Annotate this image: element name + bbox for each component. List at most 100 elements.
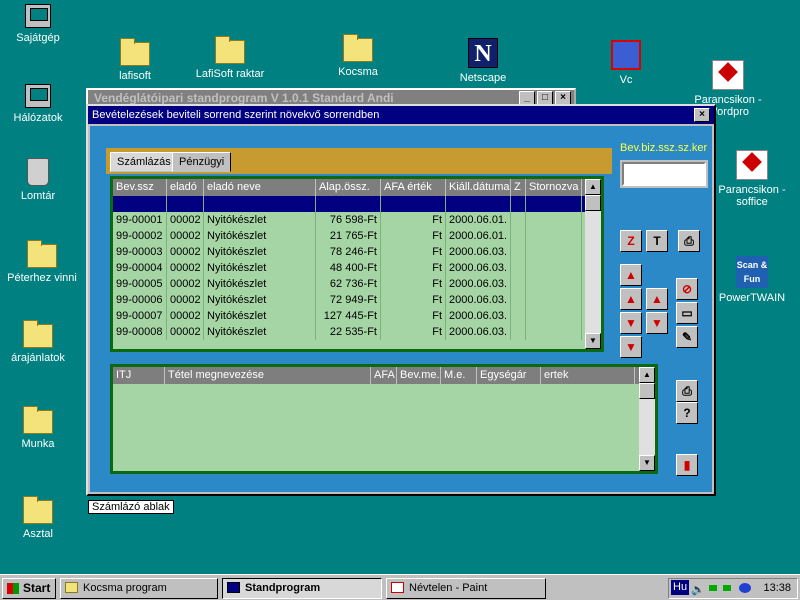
- table-row[interactable]: [113, 196, 601, 212]
- table-row[interactable]: 99-00005 00002 Nyitókészlet 62 736-Ft Ft 2000…: [113, 276, 601, 292]
- taskbar-button-paint[interactable]: Névtelen - Paint: [386, 578, 546, 599]
- scroll-down-arrow[interactable]: ▼: [585, 333, 601, 349]
- start-button[interactable]: Start: [2, 578, 56, 599]
- scroll-down-arrow[interactable]: ▼: [639, 455, 655, 471]
- col-header[interactable]: ertek: [541, 367, 635, 384]
- language-indicator[interactable]: Hu: [671, 580, 690, 595]
- help-button[interactable]: ?: [676, 402, 698, 424]
- desktop-icon-label: LafiSoft raktar: [195, 68, 265, 80]
- page-up-icon[interactable]: ▲: [646, 288, 668, 310]
- scroll-thumb[interactable]: [585, 195, 601, 211]
- move-down-icon[interactable]: ▼: [620, 312, 642, 334]
- col-header[interactable]: Alap.össz.: [316, 179, 381, 196]
- network-tray-icon[interactable]: [709, 585, 717, 591]
- taskbar-button-kocsma[interactable]: Kocsma program: [60, 578, 218, 599]
- modem-tray-icon[interactable]: [723, 585, 731, 591]
- maximize-button[interactable]: □: [537, 91, 553, 105]
- table-cell: 78 246-Ft: [316, 244, 381, 260]
- table-row[interactable]: 99-00003 00002 Nyitókészlet 78 246-Ft Ft 2000…: [113, 244, 601, 260]
- col-header[interactable]: Bev.me.: [397, 367, 441, 384]
- desktop-icon-vc[interactable]: Vc: [581, 40, 671, 86]
- desktop-icon-arajanlatok[interactable]: árajánlatok: [0, 320, 83, 364]
- items-grid[interactable]: ITJ Tétel megnevezése AFA Bev.me. M.e. E…: [110, 364, 658, 474]
- t-filter-button[interactable]: T: [646, 230, 668, 252]
- wordpro-shortcut-icon: [712, 60, 744, 90]
- col-header[interactable]: eladó neve: [204, 179, 316, 196]
- table-cell: 2000.06.01.: [446, 228, 511, 244]
- clock[interactable]: 13:38: [763, 579, 791, 598]
- table-cell: 99-00008: [113, 324, 167, 340]
- app-tray-icon[interactable]: [739, 583, 751, 593]
- tab-penzugyi[interactable]: Pénzügyi: [172, 152, 232, 172]
- table-cell: Ft: [381, 228, 446, 244]
- table-row[interactable]: 99-00004 00002 Nyitókészlet 48 400-Ft Ft 2000…: [113, 260, 601, 276]
- move-up-icon[interactable]: ▲: [620, 288, 642, 310]
- z-filter-button[interactable]: Z: [620, 230, 642, 252]
- table-cell: 00002: [167, 292, 204, 308]
- table-cell: Nyitókészlet: [204, 308, 316, 324]
- col-header[interactable]: Tétel megnevezése: [165, 367, 371, 384]
- volume-icon[interactable]: 🔈: [691, 581, 705, 600]
- table-cell: Nyitókészlet: [204, 244, 316, 260]
- col-header[interactable]: Kiáll.dátuma: [446, 179, 511, 196]
- desktop-icon-label: Parancsikon - soffice: [718, 184, 786, 208]
- desktop-icon-sajatgep[interactable]: Sajátgép: [0, 4, 83, 44]
- col-header[interactable]: ITJ: [113, 367, 165, 384]
- print-button[interactable]: ⎙: [678, 230, 700, 252]
- table-row[interactable]: 99-00006 00002 Nyitókészlet 72 949-Ft Ft 2000…: [113, 292, 601, 308]
- col-header[interactable]: Bev.ssz: [113, 179, 167, 196]
- exit-door-icon[interactable]: ▮: [676, 454, 698, 476]
- table-cell: [526, 244, 582, 260]
- folder-icon: [23, 496, 53, 524]
- desktop-icon-halozatok[interactable]: Hálózatok: [0, 84, 83, 124]
- table-row[interactable]: 99-00008 00002 Nyitókészlet 22 535-Ft Ft 2000…: [113, 324, 601, 340]
- col-header[interactable]: eladó: [167, 179, 204, 196]
- desktop-icon-label: Kocsma: [338, 66, 378, 78]
- desktop-icon-peterhez-vinni[interactable]: Péterhez vinni: [0, 240, 87, 284]
- desktop-icon-lafisoft-raktar[interactable]: LafiSoft raktar: [185, 36, 275, 80]
- cancel-icon[interactable]: ⊘: [676, 278, 698, 300]
- search-input[interactable]: [622, 162, 706, 186]
- desktop-icon-netscape[interactable]: N Netscape: [438, 38, 528, 84]
- scroll-thumb[interactable]: [639, 383, 655, 399]
- print-items-button[interactable]: ⎙: [676, 380, 698, 402]
- edit-icon[interactable]: ✎: [676, 326, 698, 348]
- window-titlebar[interactable]: Bevételezések beviteli sorrend szerint n…: [88, 106, 714, 124]
- desktop-icon-powertwain[interactable]: Scan & Fun PowerTWAIN: [704, 256, 800, 304]
- page-down-icon[interactable]: ▼: [646, 312, 668, 334]
- desktop-icon-kocsma[interactable]: Kocsma: [313, 34, 403, 78]
- grid-scrollbar[interactable]: ▲ ▼: [639, 367, 655, 471]
- table-cell: 2000.06.03.: [446, 276, 511, 292]
- col-header[interactable]: AFA: [371, 367, 397, 384]
- table-row[interactable]: 99-00001 00002 Nyitókészlet 76 598-Ft Ft 2000…: [113, 212, 601, 228]
- close-button[interactable]: ×: [555, 91, 571, 105]
- close-button[interactable]: ×: [694, 108, 710, 122]
- col-header[interactable]: Egységár: [477, 367, 541, 384]
- desktop-icon-munka[interactable]: Munka: [0, 406, 83, 450]
- desktop-icon-lomtar[interactable]: Lomtár: [0, 158, 83, 202]
- new-document-icon[interactable]: ▭: [676, 302, 698, 324]
- col-header[interactable]: AFA érték: [381, 179, 446, 196]
- tab-szamlazas[interactable]: Számlázás: [110, 152, 178, 172]
- col-header[interactable]: M.e.: [441, 367, 477, 384]
- desktop-icon-asztal[interactable]: Asztal: [0, 496, 83, 540]
- table-row[interactable]: 99-00007 00002 Nyitókészlet 127 445-Ft Ft 200…: [113, 308, 601, 324]
- taskbar-button-standprogram[interactable]: Standprogram: [222, 578, 382, 599]
- minimize-button[interactable]: _: [519, 91, 535, 105]
- table-cell: Nyitókészlet: [204, 260, 316, 276]
- table-row[interactable]: 99-00002 00002 Nyitókészlet 21 765-Ft Ft 2000…: [113, 228, 601, 244]
- invoices-grid[interactable]: Bev.ssz eladó eladó neve Alap.össz. AFA …: [110, 176, 604, 352]
- col-header[interactable]: Z: [511, 179, 526, 196]
- scroll-up-arrow[interactable]: ▲: [585, 179, 601, 195]
- col-header[interactable]: Stornozva: [526, 179, 582, 196]
- table-cell: [204, 196, 316, 212]
- desktop-icon-soffice[interactable]: Parancsikon - soffice: [704, 150, 800, 208]
- move-last-icon[interactable]: ▼: [620, 336, 642, 358]
- grid-scrollbar[interactable]: ▲ ▼: [585, 179, 601, 349]
- desktop-icon-lafisoft[interactable]: lafisoft: [90, 38, 180, 82]
- scroll-up-arrow[interactable]: ▲: [639, 367, 655, 383]
- tab-strip: Számlázás Pénzügyi: [106, 148, 612, 174]
- table-cell: Nyitókészlet: [204, 212, 316, 228]
- move-first-icon[interactable]: ▲: [620, 264, 642, 286]
- table-cell: 99-00002: [113, 228, 167, 244]
